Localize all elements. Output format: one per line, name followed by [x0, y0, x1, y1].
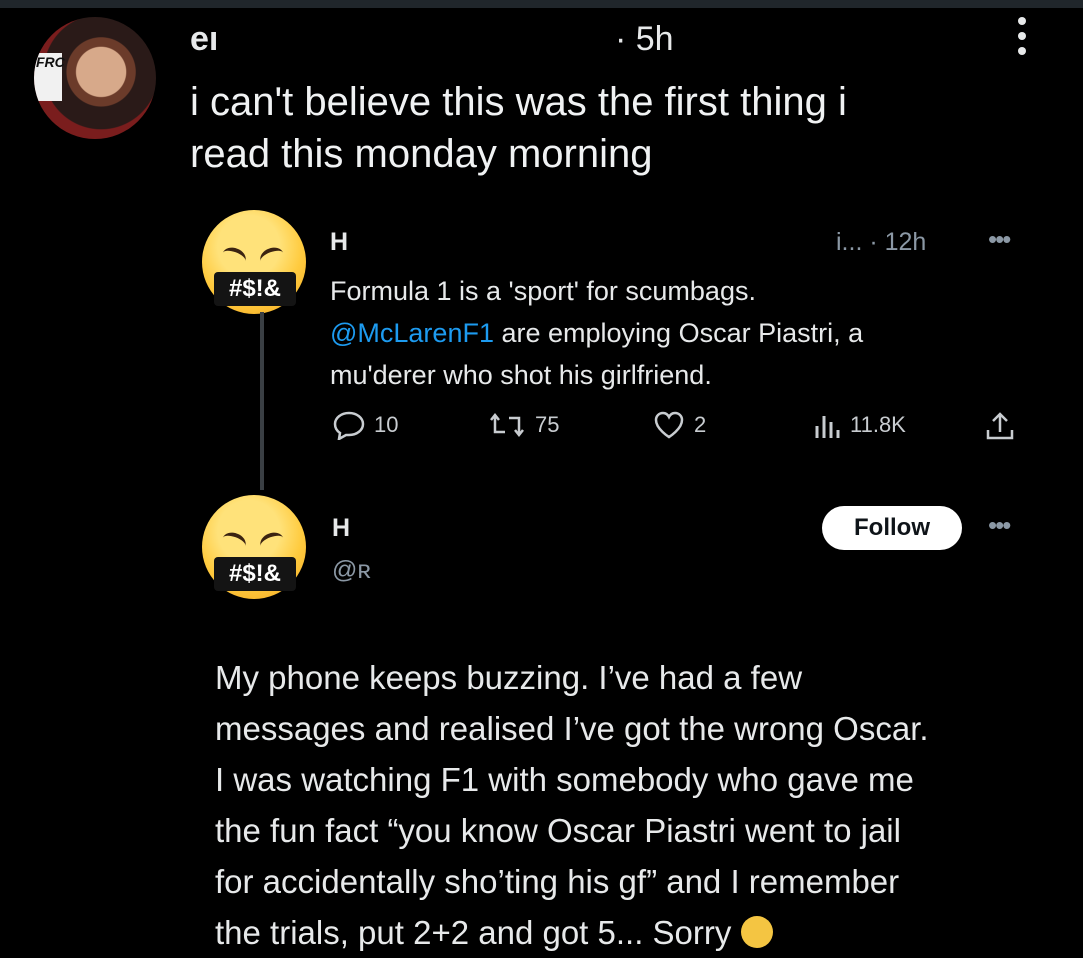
- thread-line: [260, 312, 264, 490]
- sad-face-emoji-icon: [740, 916, 773, 948]
- reply-text-line: My phone keeps buzzing. I’ve had a few: [215, 659, 803, 696]
- more-options-icon[interactable]: [1012, 17, 1032, 63]
- reply-text-line: I was watching F1 with somebody who gave…: [215, 761, 914, 798]
- post-text-line: read this monday morning: [190, 132, 653, 176]
- repost-icon: [490, 412, 524, 438]
- reply-icon: [333, 411, 365, 440]
- reply-author-handle[interactable]: @ʀ: [332, 556, 371, 585]
- author-avatar[interactable]: FRC: [34, 17, 156, 139]
- analytics-icon: [815, 416, 840, 438]
- share-icon: [986, 412, 1014, 440]
- reply-author-name[interactable]: H: [332, 514, 350, 543]
- emoji-tag: #$!&: [214, 272, 296, 306]
- reply-text-line: the fun fact “you know Oscar Piastri wen…: [215, 812, 901, 849]
- share-button[interactable]: [984, 410, 1016, 442]
- reply-text-line: messages and realised I’ve got the wrong…: [215, 710, 929, 747]
- views-count-button[interactable]: 11.8K: [812, 410, 906, 440]
- avatar-logo: FRC: [34, 53, 65, 101]
- mention-link[interactable]: @McLarenF1: [330, 318, 494, 348]
- redacted-handle: [250, 24, 605, 60]
- quoted-avatar-emoji-icon[interactable]: #$!&: [202, 210, 306, 314]
- quoted-author-name[interactable]: H: [330, 228, 348, 257]
- author-name[interactable]: eı: [190, 20, 218, 59]
- quoted-text: Formula 1 is a 'sport' for scumbags. @Mc…: [330, 270, 970, 396]
- reply-more-icon[interactable]: •••: [988, 510, 1011, 541]
- follow-button[interactable]: Follow: [822, 506, 962, 550]
- heart-icon: [654, 411, 684, 439]
- post-text: i can't believe this was the first thing…: [190, 76, 1010, 180]
- quoted-more-icon[interactable]: •••: [988, 224, 1011, 255]
- reply-text: My phone keeps buzzing. I’ve had a few m…: [215, 652, 1035, 958]
- quoted-handle-time[interactable]: i... · 12h: [836, 228, 926, 257]
- emoji-tag: #$!&: [214, 557, 296, 591]
- post-time[interactable]: · 5h: [615, 20, 674, 59]
- reply-count-button[interactable]: 10: [332, 410, 398, 440]
- quoted-text-line: mu'derer who shot his girlfriend.: [330, 360, 712, 390]
- repost-count-button[interactable]: 75: [487, 410, 559, 440]
- reply-text-line: the trials, put 2+2 and got 5... Sorry: [215, 907, 1035, 958]
- post-text-line: i can't believe this was the first thing…: [190, 80, 847, 124]
- quoted-text-line: Formula 1 is a 'sport' for scumbags.: [330, 276, 756, 306]
- quoted-text-line: @McLarenF1 are employing Oscar Piastri, …: [330, 318, 864, 348]
- reply-avatar-emoji-icon[interactable]: #$!&: [202, 495, 306, 599]
- like-count-button[interactable]: 2: [652, 410, 706, 440]
- top-border: [0, 0, 1083, 8]
- reply-text-line: for accidentally sho’ting his gf” and I …: [215, 863, 900, 900]
